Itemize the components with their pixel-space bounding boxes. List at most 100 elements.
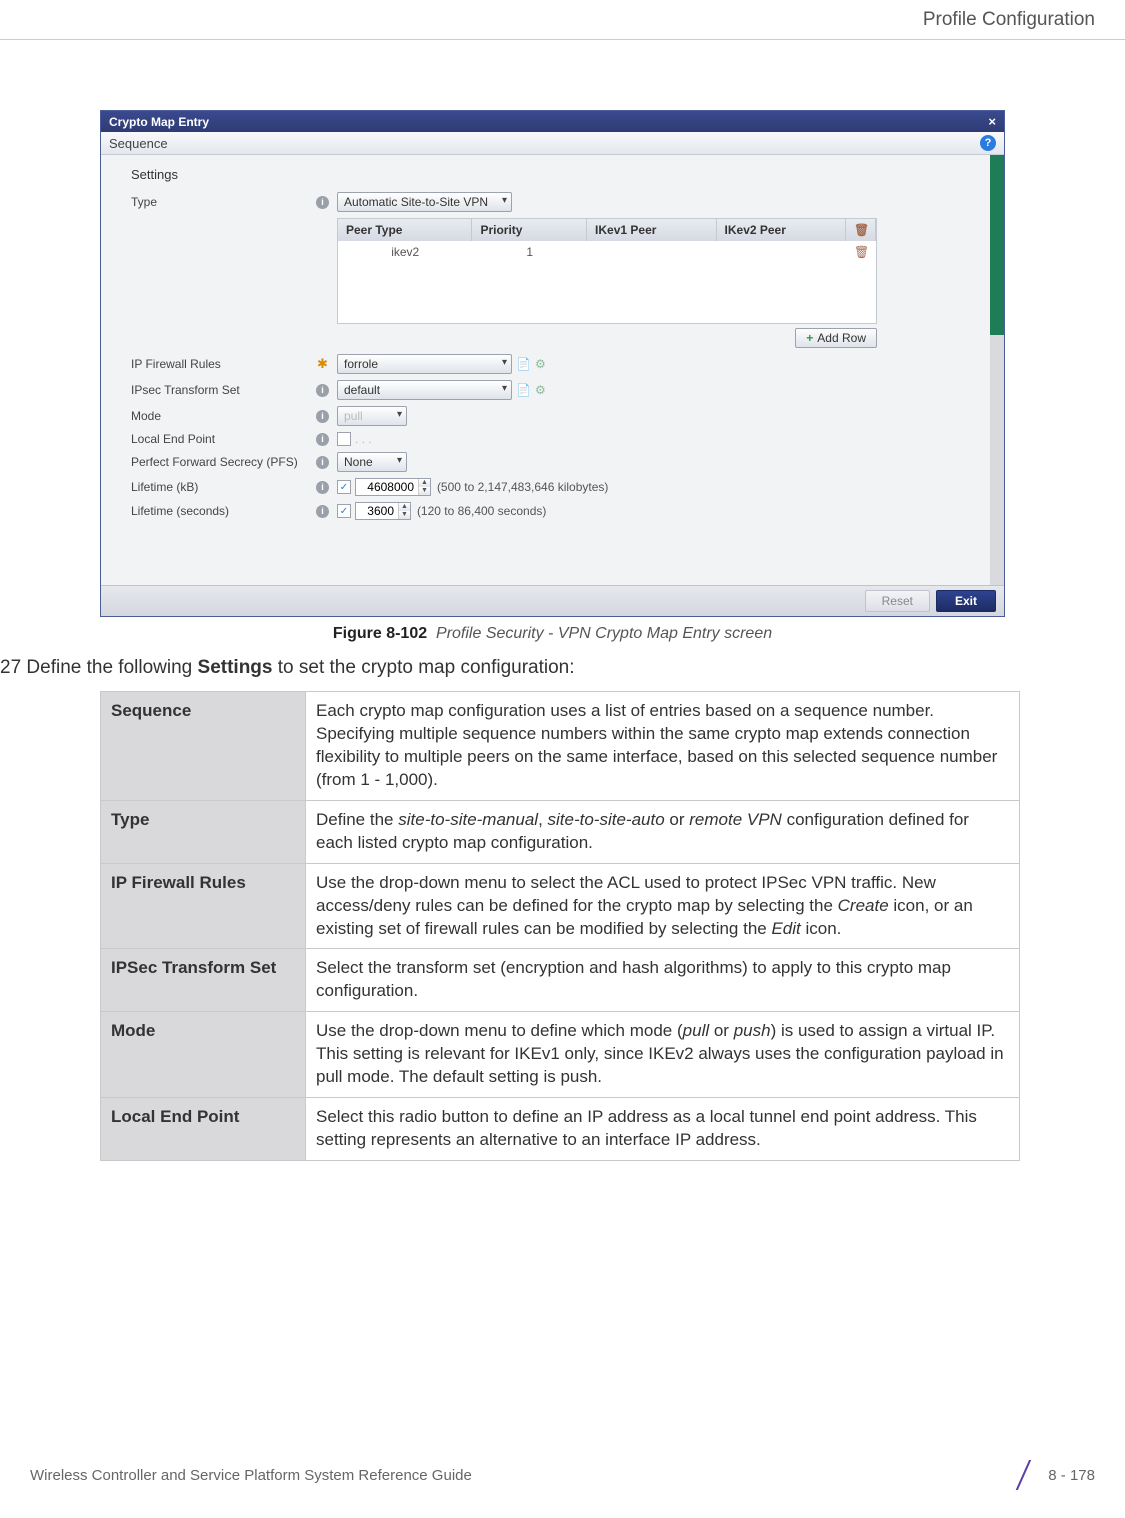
lt-kb-spinner[interactable]: ▲▼ — [355, 478, 431, 496]
figure: Crypto Map Entry × Sequence ? Settings T… — [100, 110, 1005, 643]
trash-icon[interactable]: 🗑 — [854, 223, 869, 237]
label-ipsec-ts: IPsec Transform Set — [131, 383, 316, 397]
figure-caption: Figure 8-102 Profile Security - VPN Cryp… — [100, 625, 1005, 643]
up-icon[interactable]: ▲ — [399, 503, 410, 511]
lt-kb-input[interactable] — [356, 480, 418, 494]
down-icon[interactable]: ▼ — [399, 511, 410, 519]
fieldset-settings: Settings — [131, 167, 990, 182]
label-lep: Local End Point — [131, 432, 316, 446]
help-icon[interactable]: ? — [980, 135, 996, 151]
mode-select[interactable]: pull — [337, 406, 407, 426]
page-footer: Wireless Controller and Service Platform… — [0, 1460, 1125, 1490]
lt-sec-hint: (120 to 86,400 seconds) — [417, 504, 546, 518]
peer-table-header: Peer Type Priority IKev1 Peer IKev2 Peer… — [338, 219, 876, 241]
header-peer-type: Peer Type — [338, 219, 472, 241]
label-mode: Mode — [131, 409, 316, 423]
exit-button[interactable]: Exit — [936, 590, 996, 612]
label-type: Type — [131, 195, 316, 209]
para-bold: Settings — [198, 657, 273, 678]
create-icon[interactable]: 📄 — [516, 357, 531, 371]
info-icon[interactable]: i — [316, 384, 329, 397]
dialog-body: Settings Type i Automatic Site-to-Site V… — [101, 155, 1004, 585]
cell-header: Type — [101, 800, 306, 863]
cell-header: IP Firewall Rules — [101, 863, 306, 949]
edit-icon[interactable]: ⚙ — [535, 357, 546, 371]
label-lt-kb: Lifetime (kB) — [131, 480, 316, 494]
ipfw-select[interactable]: forrole — [337, 354, 512, 374]
table-row[interactable]: ikev2 1 🗑 — [338, 241, 876, 263]
edit-icon[interactable]: ⚙ — [535, 383, 546, 397]
scrollbar-thumb[interactable] — [990, 155, 1004, 335]
up-icon[interactable]: ▲ — [419, 479, 430, 487]
info-icon[interactable]: i — [316, 481, 329, 494]
dialog-subtitle-bar: Sequence ? — [101, 132, 1004, 155]
table-row: IPSec Transform Set Select the transform… — [101, 949, 1020, 1012]
figure-caption-text: Profile Security - VPN Crypto Map Entry … — [436, 625, 772, 642]
lep-checkbox[interactable] — [337, 432, 351, 446]
cell-body: Each crypto map configuration uses a lis… — [306, 692, 1020, 801]
cell-ikev2 — [717, 241, 846, 263]
label-ipfw: IP Firewall Rules — [131, 357, 316, 371]
para-suffix: to set the crypto map configuration: — [272, 657, 574, 678]
header-priority: Priority — [472, 219, 587, 241]
cell-body: Select this radio button to define an IP… — [306, 1098, 1020, 1161]
dialog-footer: Reset Exit — [101, 585, 1004, 616]
create-icon[interactable]: 📄 — [516, 383, 531, 397]
table-row: Local End Point Select this radio button… — [101, 1098, 1020, 1161]
ip-input-placeholder: . . . — [355, 432, 372, 446]
trash-icon[interactable]: 🗑 — [854, 245, 869, 259]
reset-button[interactable]: Reset — [865, 590, 930, 612]
add-row-button[interactable]: + Add Row — [795, 328, 877, 348]
down-icon[interactable]: ▼ — [419, 487, 430, 495]
para-prefix: 27 Define the following — [0, 657, 198, 678]
info-icon[interactable]: i — [316, 505, 329, 518]
lt-kb-hint: (500 to 2,147,483,646 kilobytes) — [437, 480, 608, 494]
ipsec-ts-select[interactable]: default — [337, 380, 512, 400]
required-icon: ✱ — [316, 356, 329, 372]
table-row: Mode Use the drop-down menu to define wh… — [101, 1012, 1020, 1098]
table-row: Type Define the site-to-site-manual, sit… — [101, 800, 1020, 863]
info-icon[interactable]: i — [316, 433, 329, 446]
dialog-title-bar: Crypto Map Entry × — [101, 111, 1004, 132]
add-row-label: Add Row — [817, 331, 866, 345]
settings-table: Sequence Each crypto map configuration u… — [100, 691, 1020, 1161]
page-header: Profile Configuration — [0, 0, 1125, 40]
lt-kb-checkbox[interactable]: ✓ — [337, 480, 351, 494]
cell-header: Local End Point — [101, 1098, 306, 1161]
label-lt-sec: Lifetime (seconds) — [131, 504, 316, 518]
cell-body: Use the drop-down menu to define which m… — [306, 1012, 1020, 1098]
header-ikev2: IKev2 Peer — [717, 219, 846, 241]
label-pfs: Perfect Forward Secrecy (PFS) — [131, 455, 316, 469]
info-icon[interactable]: i — [316, 196, 329, 209]
cell-peer-type: ikev2 — [338, 241, 472, 263]
footer-divider-icon — [1010, 1460, 1036, 1490]
info-icon[interactable]: i — [316, 410, 329, 423]
cell-header: Mode — [101, 1012, 306, 1098]
plus-icon: + — [806, 331, 813, 345]
figure-number: Figure 8-102 — [333, 625, 427, 642]
peer-table: Peer Type Priority IKev1 Peer IKev2 Peer… — [337, 218, 877, 324]
footer-left: Wireless Controller and Service Platform… — [30, 1467, 472, 1484]
cell-body: Define the site-to-site-manual, site-to-… — [306, 800, 1020, 863]
header-ikev1: IKev1 Peer — [587, 219, 716, 241]
page-number: 8 - 178 — [1048, 1467, 1095, 1484]
cell-priority: 1 — [472, 241, 587, 263]
type-select[interactable]: Automatic Site-to-Site VPN — [337, 192, 512, 212]
lt-sec-spinner[interactable]: ▲▼ — [355, 502, 411, 520]
info-icon[interactable]: i — [316, 456, 329, 469]
dialog-title: Crypto Map Entry — [109, 115, 209, 129]
cell-body: Select the transform set (encryption and… — [306, 949, 1020, 1012]
dialog-subtitle: Sequence — [109, 136, 168, 151]
close-icon[interactable]: × — [988, 114, 996, 129]
cell-ikev1 — [587, 241, 716, 263]
paragraph: 27 Define the following Settings to set … — [0, 657, 1095, 679]
cell-body: Use the drop-down menu to select the ACL… — [306, 863, 1020, 949]
lt-sec-input[interactable] — [356, 504, 398, 518]
pfs-select[interactable]: None — [337, 452, 407, 472]
lt-sec-checkbox[interactable]: ✓ — [337, 504, 351, 518]
dialog-crypto-map: Crypto Map Entry × Sequence ? Settings T… — [100, 110, 1005, 617]
table-row: Sequence Each crypto map configuration u… — [101, 692, 1020, 801]
cell-header: Sequence — [101, 692, 306, 801]
cell-header: IPSec Transform Set — [101, 949, 306, 1012]
header-title: Profile Configuration — [923, 9, 1095, 31]
